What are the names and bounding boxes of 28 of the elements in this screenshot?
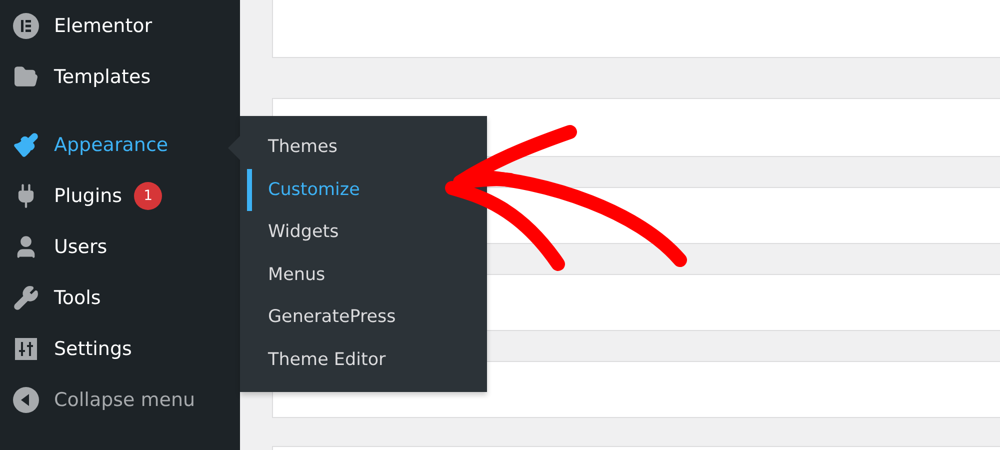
menu-label: Settings <box>54 338 132 360</box>
folder-icon <box>13 64 39 90</box>
elementor-icon <box>13 12 39 38</box>
collapse-icon <box>13 386 39 412</box>
sliders-icon <box>14 336 38 360</box>
collapse-menu-button[interactable]: Collapse menu <box>0 374 240 425</box>
submenu-item[interactable]: Theme Editor <box>247 338 487 381</box>
submenu-item[interactable]: Widgets <box>247 211 487 254</box>
submenu-item[interactable]: Customize <box>247 168 487 211</box>
paintbrush-icon <box>13 132 39 158</box>
wrench-icon <box>13 284 39 310</box>
menu-label: Appearance <box>54 134 168 156</box>
menu-item[interactable]: Users <box>0 221 240 272</box>
menu-item[interactable]: Appearance <box>0 119 240 170</box>
update-count-badge: 1 <box>134 182 162 210</box>
menu-item[interactable]: Elementor <box>0 0 240 51</box>
menu-label: Templates <box>54 66 151 88</box>
submenu-item[interactable]: GeneratePress <box>247 296 487 338</box>
menu-label: Elementor <box>54 14 152 36</box>
menu-item[interactable]: Templates <box>0 51 240 102</box>
menu-label: Tools <box>54 286 101 308</box>
menu-label: Plugins <box>54 184 122 206</box>
submenu-item[interactable]: Themes <box>247 126 487 168</box>
menu-item[interactable]: Plugins 1 <box>0 170 240 221</box>
submenu-item[interactable]: Menus <box>247 254 487 296</box>
menu-label: Users <box>54 236 108 258</box>
menu-item[interactable]: Tools <box>0 272 240 323</box>
menu-item[interactable]: Settings <box>0 323 240 374</box>
